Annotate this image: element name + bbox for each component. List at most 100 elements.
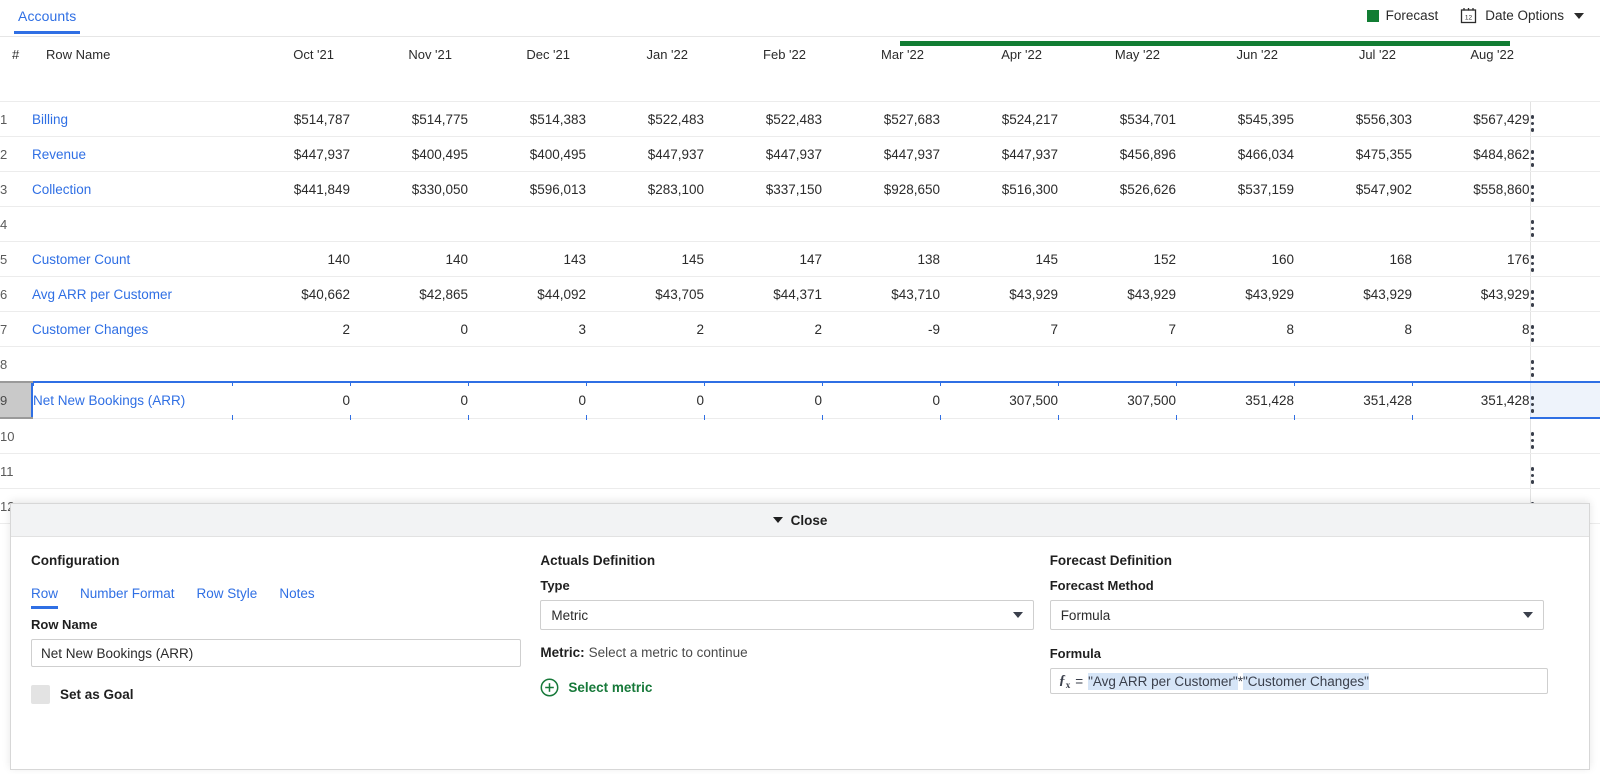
row-name-cell[interactable] (32, 206, 232, 242)
table-row[interactable]: 5 Customer Count 140 140 143 145 147 138 145 152 1… (0, 241, 1600, 277)
value-cell[interactable] (350, 453, 468, 489)
value-cell[interactable]: $447,937 (704, 136, 822, 172)
value-cell[interactable]: $400,495 (468, 136, 586, 172)
value-cell[interactable]: $556,303 (1294, 101, 1412, 137)
value-cell[interactable] (468, 453, 586, 489)
row-menu-icon[interactable] (1530, 185, 1535, 202)
row-name-cell[interactable]: Net New Bookings (ARR) (31, 381, 232, 419)
value-cell[interactable] (822, 418, 940, 454)
value-cell[interactable] (940, 418, 1058, 454)
value-cell[interactable]: $484,862 (1412, 136, 1530, 172)
row-menu-icon[interactable] (1530, 325, 1535, 342)
value-cell[interactable] (350, 346, 468, 383)
value-cell[interactable]: $441,849 (232, 171, 350, 207)
value-cell[interactable] (350, 206, 468, 242)
config-tab-row[interactable]: Row (31, 586, 59, 611)
value-cell[interactable]: $447,937 (586, 136, 704, 172)
value-cell[interactable]: 7 (940, 311, 1058, 347)
value-cell[interactable]: 307,500 (940, 381, 1058, 421)
value-cell[interactable] (1412, 206, 1530, 242)
value-cell[interactable] (232, 453, 350, 489)
value-cell[interactable] (822, 346, 940, 383)
value-cell[interactable] (468, 418, 586, 454)
config-tab-number-format[interactable]: Number Format (80, 586, 175, 611)
value-cell[interactable]: $43,705 (586, 276, 704, 312)
value-cell[interactable]: 143 (468, 241, 586, 277)
row-name-cell[interactable] (32, 453, 232, 489)
value-cell[interactable] (586, 453, 704, 489)
value-cell[interactable]: $537,159 (1176, 171, 1294, 207)
value-cell[interactable] (232, 418, 350, 454)
value-cell[interactable] (1176, 206, 1294, 242)
value-cell[interactable]: 2 (704, 311, 822, 347)
row-menu-icon[interactable] (1530, 396, 1535, 413)
value-cell[interactable]: 140 (232, 241, 350, 277)
table-row[interactable]: 11 (0, 453, 1600, 489)
value-cell[interactable] (1294, 418, 1412, 454)
value-cell[interactable] (350, 418, 468, 454)
formula-input[interactable]: ƒx = "Avg ARR per Customer" * "Customer … (1049, 668, 1548, 694)
value-cell[interactable] (1412, 346, 1530, 383)
value-cell[interactable]: $516,300 (940, 171, 1058, 207)
value-cell[interactable]: 176 (1412, 241, 1530, 277)
value-cell[interactable]: $522,483 (586, 101, 704, 137)
value-cell[interactable]: $466,034 (1176, 136, 1294, 172)
value-cell[interactable] (468, 206, 586, 242)
value-cell[interactable]: 3 (468, 311, 586, 347)
value-cell[interactable] (1176, 346, 1294, 383)
table-row[interactable]: 1 Billing $514,787 $514,775 $514,383 $522,483… (0, 101, 1600, 137)
value-cell[interactable]: $44,371 (704, 276, 822, 312)
row-menu-icon[interactable] (1530, 432, 1535, 449)
value-cell[interactable] (586, 418, 704, 454)
value-cell[interactable] (704, 346, 822, 383)
value-cell[interactable] (1058, 346, 1176, 383)
value-cell[interactable] (704, 418, 822, 454)
value-cell[interactable] (704, 453, 822, 489)
value-cell[interactable]: $43,929 (1412, 276, 1530, 312)
value-cell[interactable] (822, 453, 940, 489)
value-cell[interactable]: -9 (822, 311, 940, 347)
value-cell[interactable]: $43,929 (940, 276, 1058, 312)
value-cell[interactable]: 0 (586, 381, 704, 421)
value-cell[interactable]: $42,865 (350, 276, 468, 312)
date-options-button[interactable]: 12 Date Options (1460, 7, 1584, 24)
value-cell[interactable]: $447,937 (822, 136, 940, 172)
table-row[interactable]: 7 Customer Changes 2 0 3 2 2 -9 7 7 8 8 8 (0, 311, 1600, 347)
row-name-cell[interactable]: Collection (32, 171, 232, 207)
value-cell[interactable] (1058, 206, 1176, 242)
value-cell[interactable] (1412, 418, 1530, 454)
value-cell[interactable]: $43,710 (822, 276, 940, 312)
value-cell[interactable]: $40,662 (232, 276, 350, 312)
row-name-cell[interactable]: Revenue (32, 136, 232, 172)
row-menu-icon[interactable] (1530, 467, 1535, 484)
value-cell[interactable]: $547,902 (1294, 171, 1412, 207)
value-cell[interactable]: 0 (822, 381, 940, 421)
value-cell[interactable] (586, 206, 704, 242)
config-tab-row-style[interactable]: Row Style (197, 586, 258, 611)
value-cell[interactable] (468, 346, 586, 383)
close-panel-button[interactable]: Close (772, 513, 827, 528)
table-row[interactable]: 4 (0, 206, 1600, 242)
value-cell[interactable]: 160 (1176, 241, 1294, 277)
row-menu-icon[interactable] (1530, 255, 1535, 272)
value-cell[interactable] (1294, 346, 1412, 383)
value-cell[interactable]: 8 (1176, 311, 1294, 347)
value-cell[interactable]: $928,650 (822, 171, 940, 207)
table-row[interactable]: 2 Revenue $447,937 $400,495 $400,495 $447,937… (0, 136, 1600, 172)
row-name-cell[interactable] (32, 418, 232, 454)
value-cell[interactable]: 351,428 (1412, 381, 1530, 421)
value-cell[interactable]: 0 (350, 381, 468, 421)
select-metric-button[interactable]: Select metric (540, 678, 1049, 697)
row-menu-icon[interactable] (1530, 290, 1535, 307)
config-tab-notes[interactable]: Notes (279, 586, 314, 611)
value-cell[interactable] (1058, 418, 1176, 454)
value-cell[interactable]: 168 (1294, 241, 1412, 277)
value-cell[interactable]: $527,683 (822, 101, 940, 137)
row-name-cell[interactable]: Customer Count (32, 241, 232, 277)
value-cell[interactable]: $567,429 (1412, 101, 1530, 137)
value-cell[interactable]: $534,701 (1058, 101, 1176, 137)
value-cell[interactable]: 2 (586, 311, 704, 347)
value-cell[interactable]: $558,860 (1412, 171, 1530, 207)
value-cell[interactable]: $43,929 (1058, 276, 1176, 312)
value-cell[interactable]: $514,383 (468, 101, 586, 137)
